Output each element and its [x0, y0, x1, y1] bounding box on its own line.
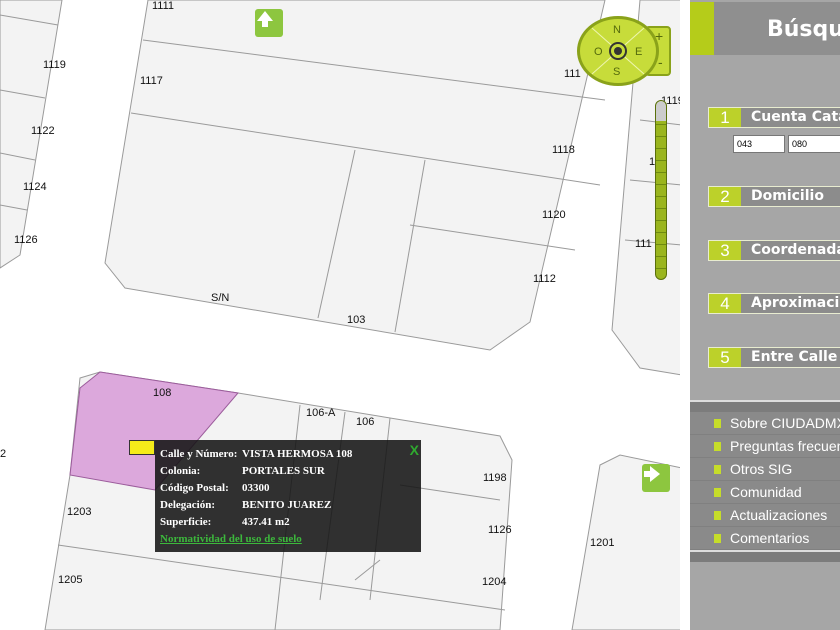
lot-label: 1126 [14, 234, 38, 246]
bullet-icon [714, 511, 721, 520]
lot-label: 1203 [67, 506, 92, 518]
land-use-link[interactable]: Normatividad del uso de suelo [160, 531, 302, 548]
info-key: Superficie: [160, 516, 212, 528]
lot-label: 1111 [152, 0, 175, 12]
section-label: Domicilio [741, 187, 840, 206]
bullet-icon [714, 465, 721, 474]
link-label: Preguntas frecuentes [730, 438, 840, 454]
lot-label: 1126 [488, 524, 512, 536]
section-domicilio[interactable]: 2 Domicilio [708, 186, 840, 207]
link-otros-sig[interactable]: Otros SIG [690, 458, 840, 481]
lot-label: 1120 [542, 209, 566, 221]
link-label: Actualizaciones [730, 507, 828, 523]
pan-north[interactable]: N [613, 24, 621, 36]
section-label: Aproximación [741, 294, 840, 313]
map-view[interactable]: 1111 1119 1117 1122 1124 1126 1118 1120 … [0, 0, 682, 630]
lot-label: 108 [153, 387, 172, 399]
panel-title: Búsqu [767, 17, 840, 42]
link-label: Sobre CIUDADMX [730, 415, 840, 431]
section-number: 1 [709, 108, 741, 127]
zoom-slider-handle[interactable] [656, 101, 666, 121]
lot-label: 1119 [43, 59, 66, 71]
section-number: 4 [709, 294, 741, 313]
info-value: 437.41 m2 [242, 516, 290, 528]
bullet-icon [714, 534, 721, 543]
pan-east-button[interactable] [642, 464, 670, 492]
link-label: Comunidad [730, 484, 802, 500]
zoom-slider[interactable] [655, 100, 667, 280]
pan-north-button[interactable] [255, 9, 283, 37]
link-comunidad[interactable]: Comunidad [690, 481, 840, 504]
info-value: BENITO JUAREZ [242, 499, 332, 511]
block-center [104, 0, 606, 351]
link-label: Comentarios [730, 530, 810, 546]
lot-label: 106 [356, 416, 375, 428]
info-value: VISTA HERMOSA 108 [242, 448, 353, 460]
info-key: Delegación: [160, 499, 215, 511]
parcel-info-popup: X Calle y Número: VISTA HERMOSA 108 Colon… [155, 440, 421, 552]
lot-label: 1122 [31, 125, 55, 137]
lot-label: 1198 [483, 472, 507, 484]
cuenta-region-input[interactable] [733, 135, 785, 153]
info-value: PORTALES SUR [242, 465, 325, 477]
link-preguntas[interactable]: Preguntas frecuentes [690, 435, 840, 458]
bullet-icon [714, 488, 721, 497]
search-panel: Búsqu 1Cuenta Catastral 2Domicilio 3Coor… [680, 0, 840, 630]
location-marker[interactable] [129, 440, 155, 455]
lot-label: 1201 [590, 537, 615, 549]
lot-label: 1112 [533, 273, 556, 285]
section-cuenta-catastral[interactable]: 1Cuenta Catastral [708, 107, 840, 128]
section-label: Coordenadas [741, 241, 840, 260]
lot-label: 103 [347, 314, 366, 326]
lot-label: 1118 [552, 144, 575, 156]
info-key: Calle y Número: [160, 448, 238, 460]
section-coordenadas[interactable]: 3Coordenadas [708, 240, 840, 261]
section-number: 5 [709, 348, 741, 367]
link-actualizaciones[interactable]: Actualizaciones [690, 504, 840, 527]
lot-label: 1204 [482, 576, 507, 588]
section-number: 3 [709, 241, 741, 260]
lot-label: S/N [211, 292, 230, 304]
bullet-icon [714, 442, 721, 451]
info-value: 03300 [242, 482, 270, 494]
pan-east[interactable]: E [635, 46, 642, 58]
lot-label: 111 [635, 238, 652, 250]
arrow-up-icon [257, 11, 273, 27]
link-label: Otros SIG [730, 461, 793, 477]
info-key: Colonia: [160, 465, 201, 477]
section-aproximacion[interactable]: 4Aproximación [708, 293, 840, 314]
lot-label: 1205 [58, 574, 83, 586]
cuenta-manzana-input[interactable] [788, 135, 840, 153]
panel-header: Búsqu [690, 2, 840, 55]
section-entre-calle[interactable]: 5 Entre Calle [708, 347, 840, 368]
lot-label: 106-A [306, 407, 336, 419]
pan-south[interactable]: S [613, 66, 620, 78]
close-popup-button[interactable]: X [410, 442, 419, 458]
compass-control[interactable]: + - N S E O [577, 16, 677, 86]
info-key: Código Postal: [160, 482, 229, 494]
link-sobre[interactable]: Sobre CIUDADMX [690, 412, 840, 435]
section-label: Cuenta Catastral [741, 108, 840, 127]
lot-label: 2 [0, 448, 7, 460]
arrow-right-icon [644, 466, 660, 482]
info-links: Sobre CIUDADMX Preguntas frecuentes Otro… [690, 400, 840, 562]
section-number: 2 [709, 187, 741, 206]
lot-label: 1117 [140, 75, 163, 87]
lot-label: 1124 [23, 181, 47, 193]
bullet-icon [714, 419, 721, 428]
link-comentarios[interactable]: Comentarios [690, 527, 840, 550]
pan-west[interactable]: O [594, 46, 603, 58]
section-label: Entre Calle [741, 348, 840, 367]
